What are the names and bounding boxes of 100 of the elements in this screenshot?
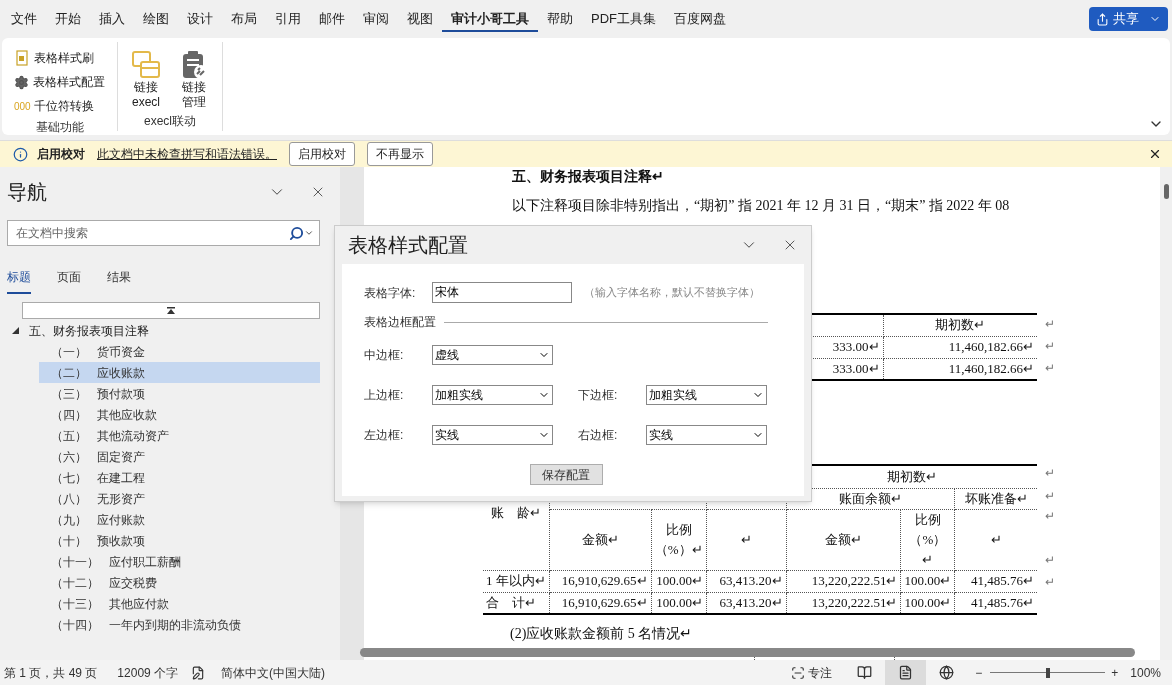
view-button[interactable]	[885, 660, 927, 685]
paragraph: 以下注释项目除非特别指出，“期初” 指 2021 年 12 月 31 日，“期末” 指 2022 年 08	[512, 197, 1011, 215]
ribbon-tab[interactable]: 绘图	[134, 6, 178, 32]
zoom-out-button[interactable]: −	[975, 663, 983, 682]
ribbon-tab[interactable]: 审计小哥工具	[442, 6, 538, 32]
table-cell: 100.00↵	[651, 570, 707, 592]
row-end-mark: ↵	[1045, 508, 1055, 525]
expand-icon[interactable]	[12, 327, 19, 334]
close-icon[interactable]	[1148, 147, 1162, 161]
dropdown[interactable]: 实线	[432, 425, 553, 445]
search-icon[interactable]	[289, 225, 304, 241]
heading-item[interactable]: （九） 应付账款	[39, 509, 320, 530]
heading-item[interactable]: （三） 预付款项	[39, 383, 320, 404]
zoom-in-button[interactable]: +	[1111, 663, 1119, 682]
table-cell: 13,220,222.51↵	[786, 570, 901, 592]
caret-icon[interactable]	[304, 228, 314, 238]
ribbon-tab[interactable]: 引用	[266, 6, 310, 32]
book-icon	[857, 665, 873, 680]
ribbon-tab[interactable]: 文件	[2, 6, 46, 32]
ribbon-tab[interactable]: 插入	[90, 6, 134, 32]
heading-item[interactable]: （六） 固定资产	[39, 446, 320, 467]
document-icon	[14, 50, 30, 66]
ribbon-tab[interactable]: 开始	[46, 6, 90, 32]
field-label: 下边框:	[578, 387, 619, 404]
vertical-scrollbar[interactable]	[1160, 167, 1172, 660]
heading-item[interactable]: （八） 无形资产	[39, 488, 320, 509]
heading-item[interactable]: （十一） 应付职工薪酬	[39, 551, 320, 572]
row-end-mark: ↵	[1045, 574, 1055, 591]
ribbon-tab[interactable]: 邮件	[310, 6, 354, 32]
heading-item[interactable]: （十） 预收款项	[39, 530, 320, 551]
pane-tab[interactable]: 结果	[107, 268, 131, 294]
row-end-mark: ↵	[1045, 360, 1055, 377]
ribbon-button[interactable]: 表格样式配置	[10, 70, 109, 94]
dropdown[interactable]: 实线	[646, 425, 767, 445]
pane-tab[interactable]: 标题	[7, 268, 31, 294]
ribbon-tab[interactable]: 百度网盘	[665, 6, 735, 32]
info-button[interactable]: 启用校对	[289, 142, 355, 166]
page-icon	[898, 665, 914, 680]
zoom-slider[interactable]	[990, 666, 1106, 679]
horizontal-scrollbar[interactable]	[360, 648, 1135, 657]
font-field[interactable]: 宋体	[432, 282, 572, 303]
focus-button[interactable]: 专注	[791, 663, 833, 682]
field-label: 中边框:	[364, 347, 405, 364]
heading-item[interactable]: （十二） 应交税费	[39, 572, 320, 593]
table-cell: 金额↵	[549, 509, 652, 570]
language-label[interactable]: 简体中文(中国大陆)	[221, 663, 326, 682]
heading-item[interactable]: 五、财务报表项目注释	[7, 320, 320, 341]
table-cell: 比例（%）↵	[651, 509, 707, 570]
ribbon-button[interactable]: 表格样式刷	[10, 46, 98, 70]
windows-icon	[131, 50, 161, 80]
field-label: 上边框:	[364, 387, 405, 404]
heading-item[interactable]: （四） 其他应收款	[39, 404, 320, 425]
ribbon-button[interactable]: 链接 管理	[174, 46, 214, 110]
group-label: execl联动	[144, 113, 196, 130]
ribbon-tab[interactable]: 视图	[398, 6, 442, 32]
word-count[interactable]: 12009 个字	[117, 663, 179, 682]
ribbon-button[interactable]: 000 千位符转换	[10, 94, 98, 118]
ribbon-tab[interactable]: 设计	[178, 6, 222, 32]
section-label: 表格边框配置	[364, 314, 436, 331]
proofing-icon[interactable]	[191, 665, 206, 680]
slider-thumb[interactable]	[1045, 667, 1050, 678]
table-cell: 金额↵	[786, 509, 901, 570]
ribbon-tab[interactable]: 帮助	[538, 6, 582, 32]
search-field[interactable]: 在文档中搜索	[7, 220, 320, 246]
paragraph: (2)应收账款金额前 5 名情况↵	[510, 625, 694, 643]
dropdown[interactable]: 虚线	[432, 345, 553, 365]
heading-item[interactable]: （五） 其他流动资产	[39, 425, 320, 446]
info-title: 启用校对	[37, 146, 85, 163]
ribbon-tab[interactable]: 布局	[222, 6, 266, 32]
save-button[interactable]: 保存配置	[529, 464, 603, 485]
table-cell: ↵	[706, 509, 787, 570]
ribbon-tab[interactable]: 审阅	[354, 6, 398, 32]
heading-item[interactable]: （一） 货币资金	[39, 341, 320, 362]
heading-item[interactable]: （十四） 一年内到期的非流动负债	[39, 614, 320, 635]
scroll-top-icon	[167, 307, 175, 314]
pane-title: 导航	[7, 180, 47, 205]
heading-item[interactable]: （七） 在建工程	[39, 467, 320, 488]
heading-item[interactable]: （二） 应收账款	[39, 362, 320, 383]
ribbon-button[interactable]: 链接 execl	[126, 46, 166, 110]
globe-icon	[939, 665, 955, 680]
share-button[interactable]: 共享	[1089, 7, 1168, 31]
row-end-mark: ↵	[1045, 465, 1055, 482]
table-cell: 1 年以内↵	[483, 570, 550, 592]
heading-item[interactable]: （十三） 其他应付款	[39, 593, 320, 614]
focus-icon	[791, 665, 806, 680]
ribbon-tab[interactable]: PDF工具集	[582, 6, 665, 32]
field-hint: （输入字体名称，默认不替换字体）	[584, 285, 760, 301]
dropdown[interactable]: 加粗实线	[646, 385, 767, 405]
pane-tab[interactable]: 页面	[57, 268, 81, 294]
row-end-mark: ↵	[1045, 488, 1055, 505]
share-icon	[1096, 12, 1109, 26]
field-label: 右边框:	[578, 427, 619, 444]
digits-icon: 000	[14, 98, 30, 114]
info-button[interactable]: 不再显示	[367, 142, 433, 166]
row-end-mark: ↵	[1045, 338, 1055, 355]
zoom-reading[interactable]: 100%	[1130, 663, 1161, 682]
info-link[interactable]: 此文档中未检查拼写和语法错误。	[97, 145, 277, 163]
page-count[interactable]: 第 1 页，共 49 页	[4, 663, 98, 682]
table-cell: 100.00↵	[901, 570, 955, 592]
dropdown[interactable]: 加粗实线	[432, 385, 553, 405]
